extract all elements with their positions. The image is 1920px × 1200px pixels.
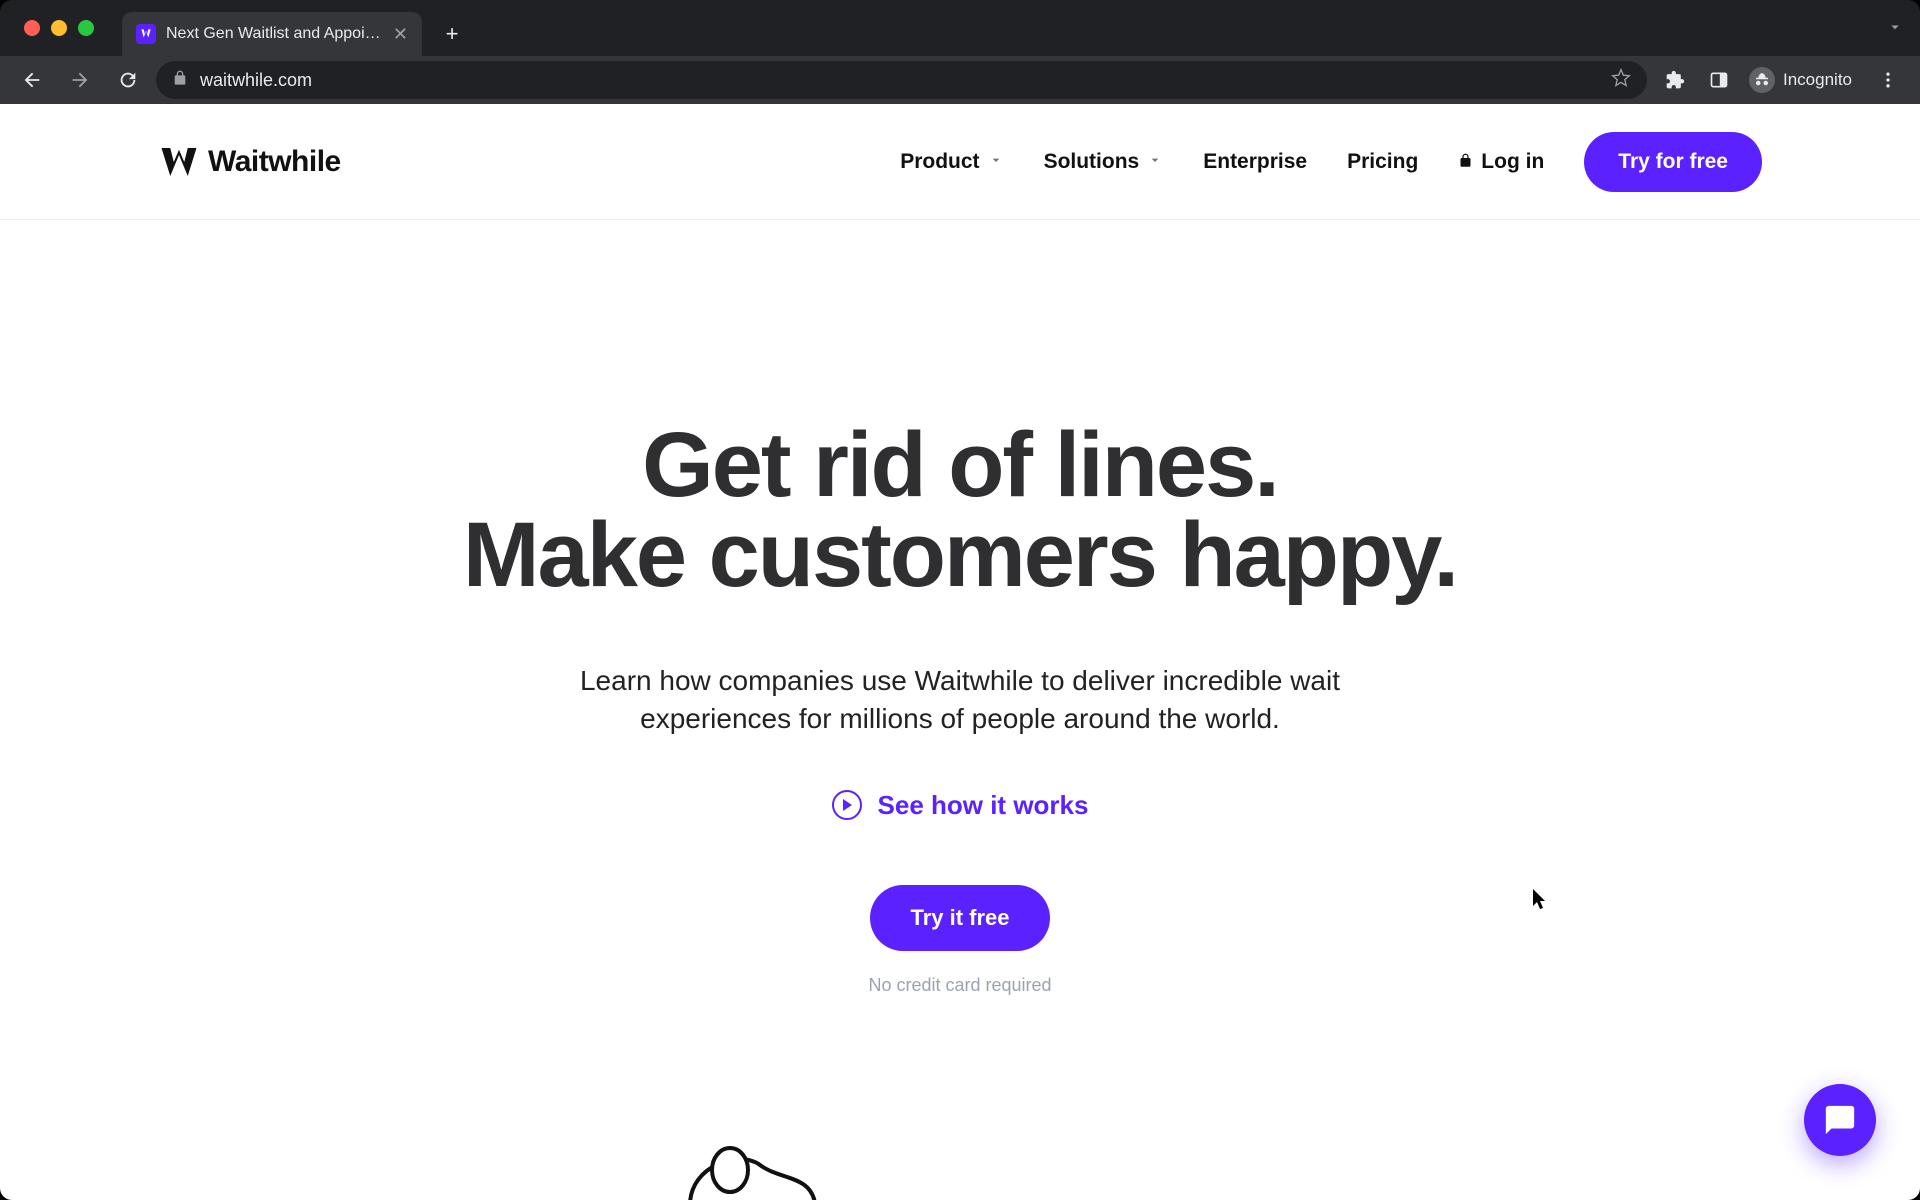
browser-chrome: Next Gen Waitlist and Appoint… ✕ + waitw… [0,0,1920,104]
nav-pricing[interactable]: Pricing [1347,150,1418,174]
headline-line2: Make customers happy. [463,504,1457,606]
bookmark-star-icon[interactable] [1611,68,1631,93]
minimize-window-button[interactable] [51,20,67,36]
chevron-down-icon [988,150,1004,174]
reload-button[interactable] [108,60,148,100]
kebab-menu-icon[interactable] [1868,60,1908,100]
chat-widget-button[interactable] [1804,1084,1876,1156]
nav-product-label: Product [900,150,979,174]
try-it-free-button[interactable]: Try it free [870,885,1049,951]
new-tab-button[interactable]: + [434,16,470,52]
tab-title: Next Gen Waitlist and Appoint… [166,25,383,43]
hero-subheadline: Learn how companies use Waitwhile to del… [570,662,1350,738]
url-text: waitwhile.com [200,70,312,91]
site-header: Waitwhile Product Solutions Enterprise P… [0,104,1920,220]
incognito-label: Incognito [1783,70,1852,90]
window-controls [24,20,94,36]
tabs-dropdown-icon[interactable] [1886,18,1904,41]
favicon-icon [136,24,156,44]
forward-button[interactable] [60,60,100,100]
try-free-label: Try for free [1618,150,1728,173]
lock-icon [1458,150,1473,174]
browser-toolbar: waitwhile.com Incognito [0,56,1920,104]
try-free-button[interactable]: Try for free [1584,132,1762,192]
incognito-badge[interactable]: Incognito [1743,62,1864,98]
nav-enterprise-label: Enterprise [1203,150,1307,174]
nav-login-label: Log in [1481,150,1544,174]
no-card-microcopy: No credit card required [0,975,1920,996]
close-window-button[interactable] [24,20,40,36]
nav-login[interactable]: Log in [1458,150,1544,174]
back-button[interactable] [12,60,52,100]
extensions-icon[interactable] [1655,60,1695,100]
chevron-down-icon [1147,150,1163,174]
tab-close-icon[interactable]: ✕ [393,24,408,45]
toolbar-right: Incognito [1655,60,1908,100]
see-how-label: See how it works [878,790,1089,821]
titlebar: Next Gen Waitlist and Appoint… ✕ + [0,0,1920,56]
headline-line1: Get rid of lines. [642,414,1278,516]
nav-solutions[interactable]: Solutions [1044,150,1164,174]
incognito-icon [1749,67,1775,93]
nav-pricing-label: Pricing [1347,150,1418,174]
play-circle-icon [832,790,862,820]
see-how-link[interactable]: See how it works [832,790,1089,821]
brand-logo[interactable]: Waitwhile [158,141,341,183]
hero-section: Get rid of lines. Make customers happy. … [0,220,1920,996]
nav-solutions-label: Solutions [1044,150,1140,174]
nav-product[interactable]: Product [900,150,1003,174]
sidepanel-icon[interactable] [1699,60,1739,100]
chat-icon [1823,1103,1857,1137]
illustration-peek [680,1145,820,1200]
maximize-window-button[interactable] [78,20,94,36]
main-nav: Product Solutions Enterprise Pricing [900,132,1762,192]
nav-enterprise[interactable]: Enterprise [1203,150,1307,174]
browser-tab[interactable]: Next Gen Waitlist and Appoint… ✕ [122,12,422,56]
address-bar[interactable]: waitwhile.com [156,61,1647,99]
logo-mark-icon [158,141,200,183]
lock-icon [172,70,188,91]
try-it-free-label: Try it free [910,905,1009,930]
page-content: Waitwhile Product Solutions Enterprise P… [0,104,1920,1200]
hero-headline: Get rid of lines. Make customers happy. [0,420,1920,600]
logo-text: Waitwhile [208,145,341,179]
tab-strip: Next Gen Waitlist and Appoint… ✕ + [122,0,470,56]
